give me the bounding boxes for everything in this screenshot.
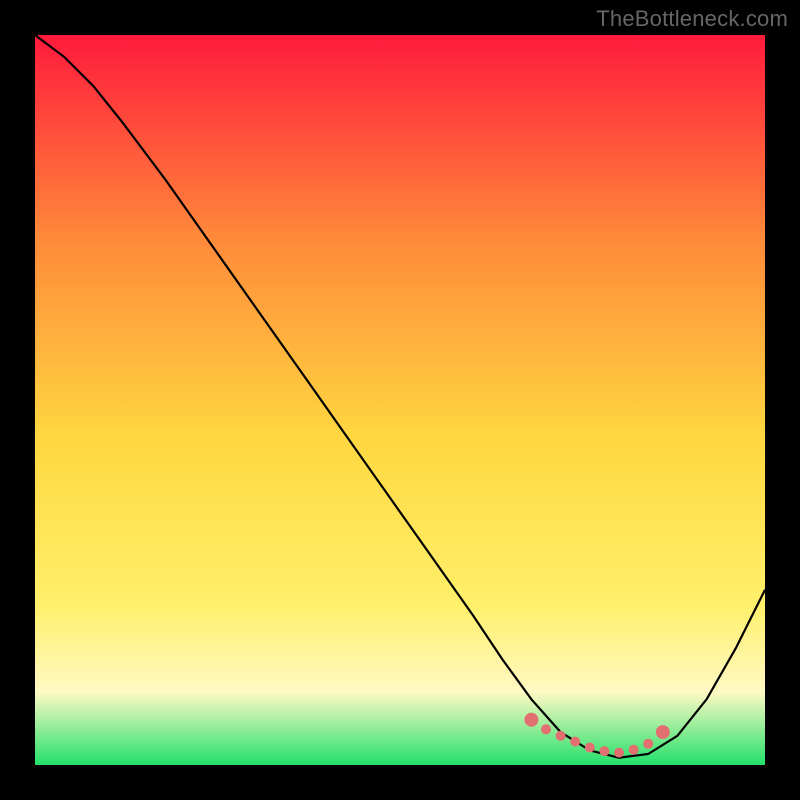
marker-dot bbox=[643, 739, 653, 749]
marker-dot bbox=[585, 743, 595, 753]
marker-dot bbox=[570, 737, 580, 747]
marker-dot bbox=[656, 725, 670, 739]
marker-dot bbox=[541, 724, 551, 734]
gradient-bg bbox=[35, 35, 765, 765]
marker-dot bbox=[524, 713, 538, 727]
marker-dot bbox=[629, 745, 639, 755]
marker-dot bbox=[599, 746, 609, 756]
plot-area bbox=[35, 35, 765, 765]
watermark-text: TheBottleneck.com bbox=[596, 6, 788, 32]
marker-dot bbox=[556, 731, 566, 741]
chart-svg bbox=[35, 35, 765, 765]
marker-dot bbox=[614, 748, 624, 758]
chart-frame: TheBottleneck.com bbox=[0, 0, 800, 800]
